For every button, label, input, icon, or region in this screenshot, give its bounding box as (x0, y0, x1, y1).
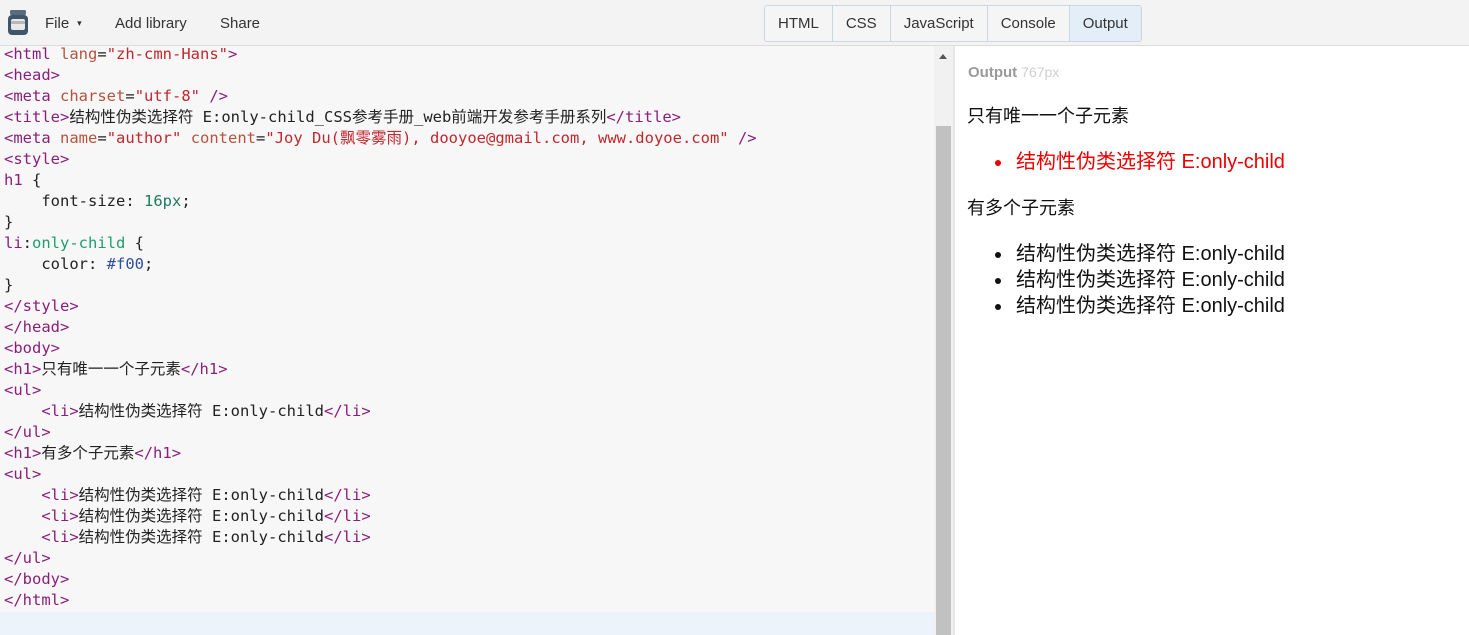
tab-javascript[interactable]: JavaScript (890, 6, 988, 41)
toolbar: File ▾ Add library Share HTML CSS JavaScr… (0, 0, 1469, 46)
code-line[interactable]: <li>结构性伪类选择符 E:only-child</li> (4, 401, 757, 422)
code-line[interactable]: <ul> (4, 464, 757, 485)
code-line[interactable]: <style> (4, 149, 757, 170)
output-width: 767px (1021, 64, 1060, 80)
list-item: 结构性伪类选择符 E:only-child (995, 293, 1285, 319)
file-menu-label: File (45, 15, 70, 32)
code-line[interactable]: </style> (4, 296, 757, 317)
code-line[interactable]: <li>结构性伪类选择符 E:only-child</li> (4, 485, 757, 506)
jar-icon[interactable] (6, 9, 30, 37)
output-list-1: 结构性伪类选择符 E:only-child (995, 149, 1285, 175)
code-line[interactable]: } (4, 212, 757, 233)
panel-tabs: HTML CSS JavaScript Console Output (764, 5, 1142, 42)
output-label: Output (968, 64, 1018, 81)
code-line[interactable]: <meta name="author" content="Joy Du(飘零雾雨… (4, 128, 757, 149)
list-item: 结构性伪类选择符 E:only-child (995, 241, 1285, 267)
code-line[interactable]: <li>结构性伪类选择符 E:only-child</li> (4, 527, 757, 548)
code-line[interactable]: </ul> (4, 422, 757, 443)
code-line[interactable]: color: #f00; (4, 254, 757, 275)
bullet-icon (995, 278, 1001, 284)
code-line[interactable]: <h1>只有唯一一个子元素</h1> (4, 359, 757, 380)
bullet-icon (995, 304, 1001, 310)
tab-console[interactable]: Console (987, 6, 1070, 41)
code-line[interactable]: li:only-child { (4, 233, 757, 254)
bullet-icon (995, 160, 1001, 166)
code-line[interactable]: <head> (4, 65, 757, 86)
code-editor[interactable]: <html lang="zh-cmn-Hans"> <head> <meta cha… (0, 46, 934, 635)
output-heading-2: 有多个子元素 (967, 198, 1075, 218)
list-item-text: 结构性伪类选择符 E:only-child (1016, 243, 1285, 265)
code-line[interactable]: <html lang="zh-cmn-Hans"> (4, 46, 757, 65)
list-item-text: 结构性伪类选择符 E:only-child (1016, 295, 1285, 317)
code-line[interactable]: <title>结构性伪类选择符 E:only-child_CSS参考手册_web… (4, 107, 757, 128)
list-item: 结构性伪类选择符 E:only-child (995, 267, 1285, 293)
code-line[interactable]: h1 { (4, 170, 757, 191)
code-line[interactable]: <li>结构性伪类选择符 E:only-child</li> (4, 506, 757, 527)
code-line[interactable]: </html> (4, 590, 757, 611)
code-line[interactable]: </ul> (4, 548, 757, 569)
list-item-text: 结构性伪类选择符 E:only-child (1016, 269, 1285, 291)
editor-scrollbar[interactable] (934, 46, 953, 635)
share-button[interactable]: Share (220, 14, 260, 34)
code-line[interactable]: } (4, 275, 757, 296)
file-menu[interactable]: File ▾ (45, 14, 82, 35)
code-line[interactable]: <ul> (4, 380, 757, 401)
code-line[interactable]: <body> (4, 338, 757, 359)
code-line[interactable]: <h1>有多个子元素</h1> (4, 443, 757, 464)
output-list-2: 结构性伪类选择符 E:only-child 结构性伪类选择符 E:only-ch… (995, 241, 1285, 319)
list-item-text: 结构性伪类选择符 E:only-child (1016, 151, 1285, 173)
output-heading-1: 只有唯一一个子元素 (967, 106, 1129, 126)
add-library-button[interactable]: Add library (115, 14, 187, 34)
bullet-icon (995, 252, 1001, 258)
code-content[interactable]: <html lang="zh-cmn-Hans"> <head> <meta cha… (4, 46, 757, 632)
code-line-current[interactable] (4, 611, 757, 632)
tab-html[interactable]: HTML (765, 6, 833, 41)
code-line[interactable]: <meta charset="utf-8" /> (4, 86, 757, 107)
code-line[interactable]: font-size: 16px; (4, 191, 757, 212)
tab-css[interactable]: CSS (832, 6, 891, 41)
list-item: 结构性伪类选择符 E:only-child (995, 149, 1285, 175)
output-panel: Output 767px 只有唯一一个子元素 结构性伪类选择符 E:only-ch… (955, 46, 1469, 635)
scroll-up-arrow-icon[interactable] (939, 54, 947, 59)
code-line[interactable]: </head> (4, 317, 757, 338)
output-header: Output 767px (968, 64, 1059, 81)
chevron-down-icon: ▾ (77, 18, 82, 28)
tab-output[interactable]: Output (1069, 6, 1141, 41)
scrollbar-thumb[interactable] (936, 126, 951, 635)
code-line[interactable]: </body> (4, 569, 757, 590)
